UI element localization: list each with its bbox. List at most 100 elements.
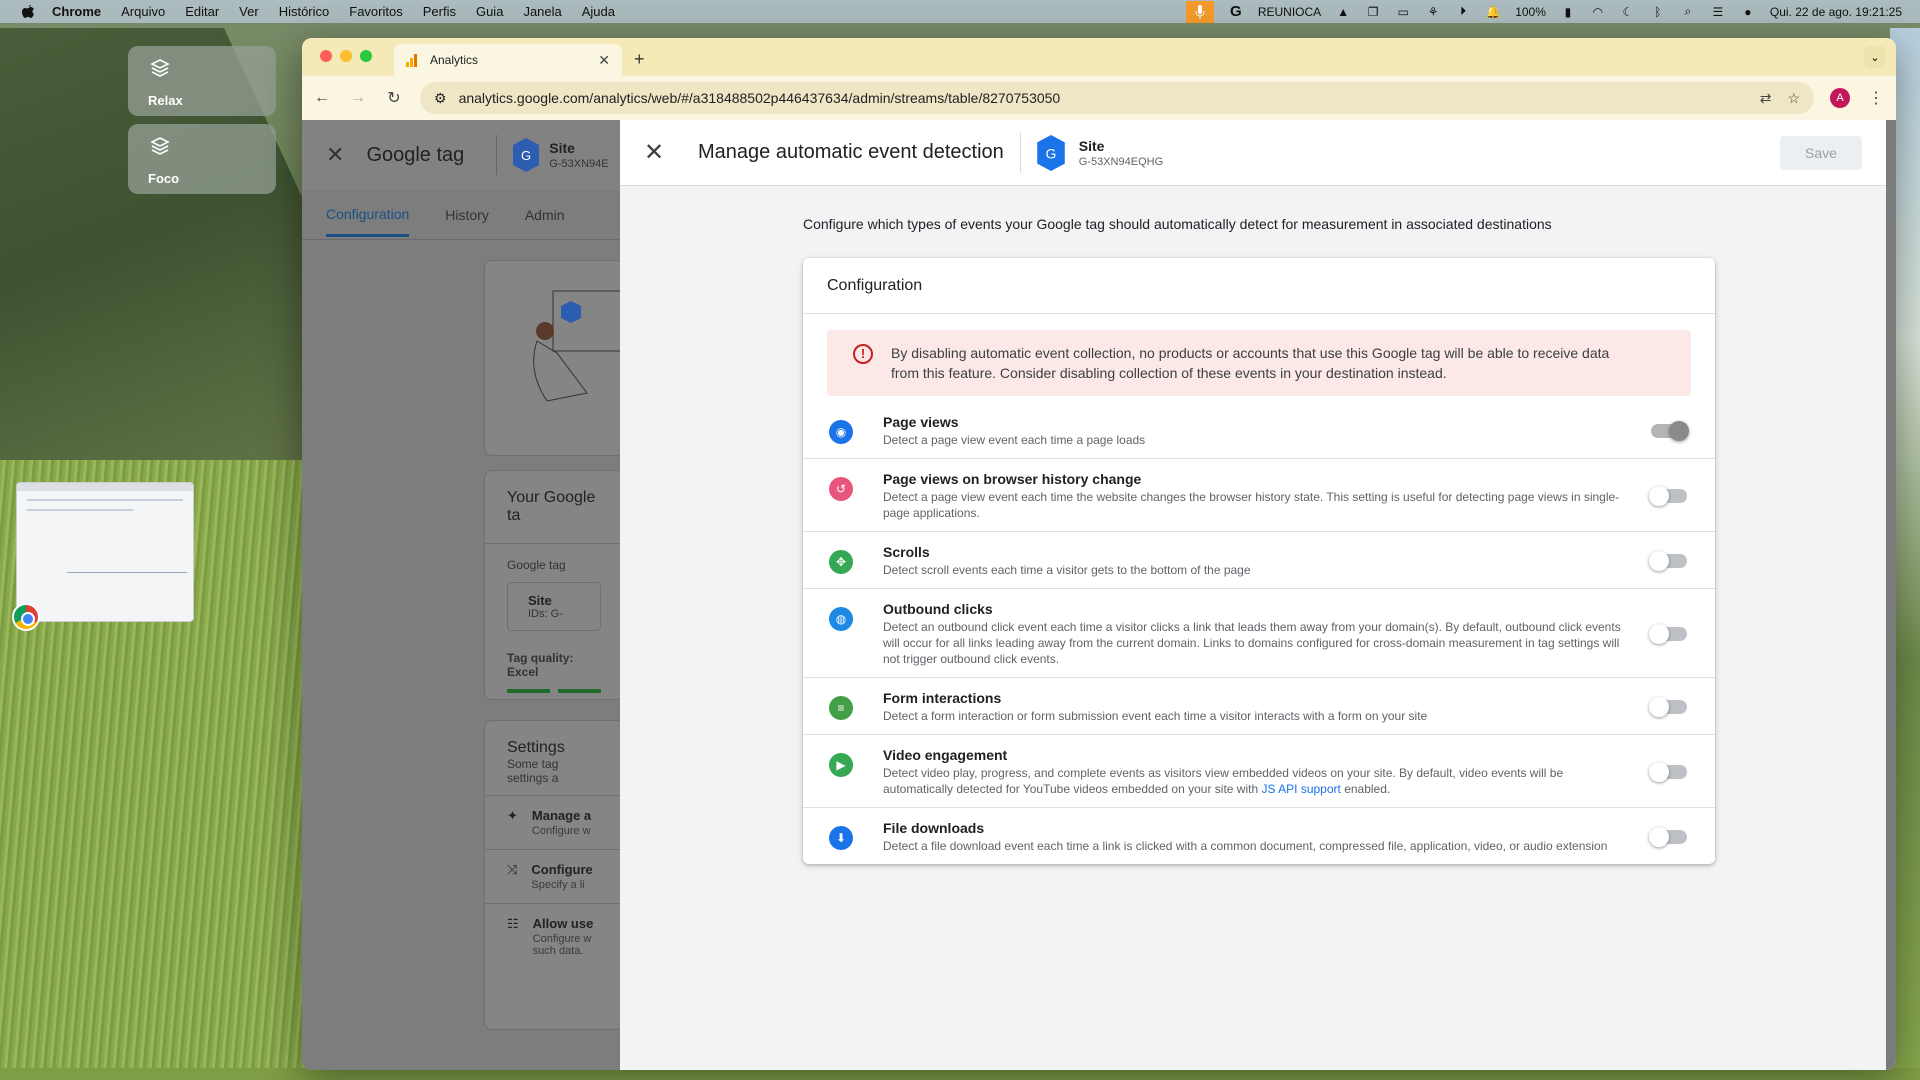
event-description-part: enabled. bbox=[1340, 782, 1391, 796]
google-tag-icon: G bbox=[1037, 134, 1065, 171]
tab-admin[interactable]: Admin bbox=[525, 207, 565, 223]
svg-text:G: G bbox=[1045, 146, 1056, 161]
event-row: ◉ Page views Detect a page view event each… bbox=[803, 402, 1715, 459]
bluetooth-icon[interactable]: ᛒ bbox=[1650, 5, 1666, 19]
event-description: Detect scroll events each time a visitor… bbox=[883, 563, 1251, 577]
menu-guia[interactable]: Guia bbox=[476, 4, 503, 19]
clock[interactable]: Qui. 22 de ago. 19:21:25 bbox=[1770, 5, 1902, 19]
close-drawer-icon[interactable]: ✕ bbox=[644, 138, 668, 167]
menu-arquivo[interactable]: Arquivo bbox=[121, 4, 165, 19]
search-icon[interactable]: ⌕ bbox=[1680, 4, 1696, 19]
new-tab-icon[interactable]: + bbox=[634, 49, 645, 70]
tab-history[interactable]: History bbox=[445, 207, 489, 223]
data-list-icon: ☷ bbox=[507, 916, 519, 931]
browser-window: Analytics ✕ + ⌄ ← → ↻ ⚙ analytics.google… bbox=[302, 38, 1896, 1070]
menu-janela[interactable]: Janela bbox=[523, 4, 561, 19]
save-button[interactable]: Save bbox=[1780, 135, 1862, 170]
event-toggle[interactable] bbox=[1649, 697, 1687, 717]
extension-icon[interactable]: ⚘ bbox=[1425, 5, 1441, 19]
microphone-icon[interactable] bbox=[1185, 0, 1214, 23]
battery-percent: 100% bbox=[1515, 4, 1546, 19]
drawer-title: Manage automatic event detection bbox=[698, 141, 1004, 163]
event-text: File downloads Detect a file download eve… bbox=[883, 820, 1651, 854]
menu-perfis[interactable]: Perfis bbox=[423, 4, 456, 19]
event-toggle[interactable] bbox=[1649, 827, 1687, 847]
event-text: Video engagement Detect video play, progr… bbox=[883, 747, 1651, 797]
event-title: File downloads bbox=[883, 820, 985, 836]
settings-card: Settings Some tag settings a ✦ Manage a Co… bbox=[484, 720, 624, 1030]
translate-icon[interactable]: ⇄ bbox=[1760, 90, 1772, 107]
event-title: Page views on browser history change bbox=[883, 471, 1142, 487]
bookmark-star-icon[interactable]: ☆ bbox=[1787, 90, 1800, 107]
minimize-window-button[interactable] bbox=[340, 50, 352, 62]
event-title: Outbound clicks bbox=[883, 601, 993, 617]
menu-ajuda[interactable]: Ajuda bbox=[582, 4, 615, 19]
browser-tab[interactable]: Analytics ✕ bbox=[394, 44, 622, 76]
menu-editar[interactable]: Editar bbox=[185, 4, 219, 19]
event-title: Page views bbox=[883, 414, 959, 430]
event-toggle[interactable] bbox=[1649, 551, 1687, 571]
status-area: G REUNIOCA ▲ ❐ ▭ ⚘ ⏵ 🔔 100% ▮ ◠ ☾ ᛒ ⌕ ☰ … bbox=[1185, 0, 1920, 23]
settings-item[interactable]: ⤨ Configure Specify a li bbox=[485, 849, 623, 903]
grammarly-icon[interactable]: G bbox=[1228, 3, 1244, 20]
chrome-icon[interactable] bbox=[12, 603, 40, 631]
stage-window-thumbnail[interactable] bbox=[16, 482, 194, 622]
focus-card-foco[interactable]: Foco bbox=[128, 124, 276, 194]
forward-icon[interactable]: → bbox=[348, 89, 368, 107]
status-name[interactable]: REUNIOCA bbox=[1258, 5, 1321, 19]
battery-icon[interactable]: ▮ bbox=[1560, 5, 1576, 19]
close-tab-icon[interactable]: ✕ bbox=[598, 52, 610, 69]
event-toggle[interactable] bbox=[1649, 762, 1687, 782]
settings-item[interactable]: ☷ Allow use Configure w such data. bbox=[485, 903, 623, 969]
your-tag-heading: Your Google ta bbox=[507, 489, 596, 524]
toggle-knob bbox=[1649, 624, 1669, 644]
profile-avatar[interactable]: A bbox=[1830, 88, 1850, 108]
event-description: Detect a file download event each time a… bbox=[883, 839, 1608, 853]
toggle-knob bbox=[1649, 762, 1669, 782]
event-title: Video engagement bbox=[883, 747, 1008, 763]
underlay-title: Google tag bbox=[366, 143, 465, 166]
event-row: ↺ Page views on browser history change Det… bbox=[803, 459, 1715, 532]
event-toggle[interactable] bbox=[1649, 624, 1687, 644]
reload-icon[interactable]: ↻ bbox=[384, 88, 404, 108]
wifi-icon[interactable]: ◠ bbox=[1590, 5, 1606, 19]
close-window-button[interactable] bbox=[320, 50, 332, 62]
back-icon[interactable]: ← bbox=[312, 89, 332, 107]
js-api-support-link[interactable]: JS API support bbox=[1261, 782, 1340, 796]
windows-icon[interactable]: ❐ bbox=[1365, 5, 1381, 19]
event-title: Scrolls bbox=[883, 544, 930, 560]
notification-icon[interactable]: 🔔 bbox=[1485, 5, 1501, 19]
event-toggle[interactable] bbox=[1649, 486, 1687, 506]
your-google-tag-card: Your Google ta Google tag Site IDs: G- T… bbox=[484, 470, 624, 700]
menu-historico[interactable]: Histórico bbox=[279, 4, 330, 19]
apple-icon[interactable] bbox=[20, 4, 36, 20]
illustration-image bbox=[533, 290, 623, 402]
menu-favoritos[interactable]: Favoritos bbox=[349, 4, 402, 19]
control-center-icon[interactable]: ☰ bbox=[1710, 5, 1726, 19]
play-circle-icon[interactable]: ⏵ bbox=[1455, 4, 1471, 19]
moon-icon[interactable]: ☾ bbox=[1620, 5, 1636, 19]
tab-configuration[interactable]: Configuration bbox=[326, 192, 410, 237]
settings-item-title: Allow use bbox=[532, 916, 594, 931]
sparkle-icon: ✦ bbox=[507, 808, 518, 823]
more-menu-icon[interactable]: ⋮ bbox=[1866, 88, 1886, 108]
settings-item[interactable]: ✦ Manage a Configure w bbox=[485, 795, 623, 849]
tab-search-chevron-icon[interactable]: ⌄ bbox=[1864, 46, 1886, 68]
focus-card-label: Foco bbox=[148, 171, 180, 186]
site-info-icon[interactable]: ⚙ bbox=[434, 90, 447, 107]
app-icon[interactable]: ▲ bbox=[1335, 5, 1351, 19]
toggle-knob bbox=[1649, 697, 1669, 717]
address-bar[interactable]: ⚙ analytics.google.com/analytics/web/#/a… bbox=[420, 82, 1814, 114]
focus-card-relax[interactable]: Relax bbox=[128, 46, 276, 116]
event-text: Page views Detect a page view event each … bbox=[883, 414, 1651, 448]
menu-ver[interactable]: Ver bbox=[239, 4, 259, 19]
url-text[interactable]: analytics.google.com/analytics/web/#/a31… bbox=[459, 90, 1061, 106]
zoom-window-button[interactable] bbox=[360, 50, 372, 62]
siri-icon[interactable]: ● bbox=[1740, 5, 1756, 19]
menu-app-name[interactable]: Chrome bbox=[52, 4, 101, 19]
close-icon[interactable]: ✕ bbox=[326, 142, 344, 168]
display-icon[interactable]: ▭ bbox=[1395, 5, 1411, 19]
event-toggle[interactable] bbox=[1651, 421, 1689, 441]
tag-site-box[interactable]: Site IDs: G- bbox=[507, 582, 601, 631]
layers-icon bbox=[150, 137, 170, 155]
